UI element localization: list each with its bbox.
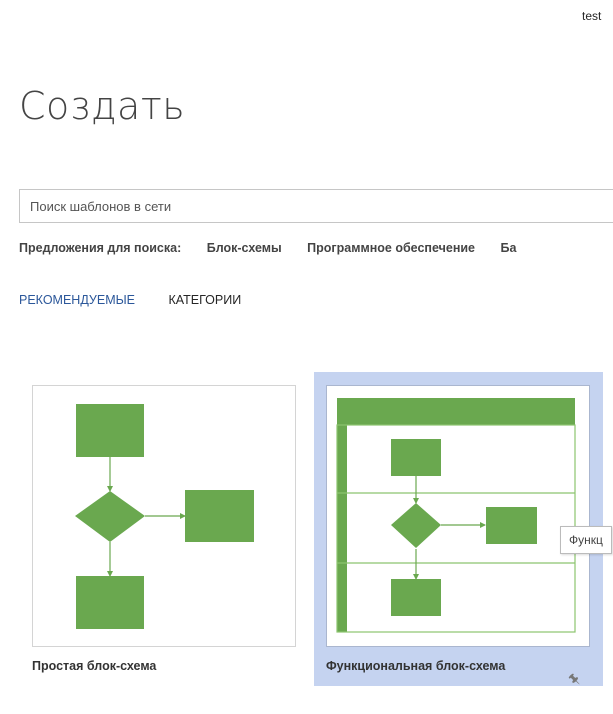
template-tooltip: Функц: [560, 526, 612, 554]
basic-flowchart-preview: [75, 404, 254, 629]
search-input[interactable]: [20, 190, 613, 222]
suggestions-label: Предложения для поиска:: [19, 241, 182, 255]
search-box[interactable]: [19, 189, 613, 223]
template-tabs: РЕКОМЕНДУЕМЫЕ КАТЕГОРИИ: [19, 293, 271, 307]
cross-functional-flowchart-preview: [336, 398, 576, 633]
pin-icon[interactable]: 🖈: [565, 673, 587, 685]
tab-categories[interactable]: КАТЕГОРИИ: [169, 293, 242, 307]
user-name[interactable]: test: [582, 9, 601, 23]
template-thumbnail-basic-flowchart: [32, 385, 296, 647]
template-title-cross-functional-flowchart: Функциональная блок-схема: [326, 659, 506, 673]
suggestion-truncated[interactable]: Ба: [501, 241, 517, 255]
template-thumbnail-cross-functional-flowchart: [326, 385, 590, 647]
page-title: Создать: [19, 84, 186, 128]
search-suggestions: Предложения для поиска: Блок-схемы Прогр…: [19, 241, 538, 255]
tab-featured[interactable]: РЕКОМЕНДУЕМЫЕ: [19, 293, 135, 307]
suggestion-flowcharts[interactable]: Блок-схемы: [207, 241, 282, 255]
suggestion-software[interactable]: Программное обеспечение: [307, 241, 475, 255]
template-title-basic-flowchart: Простая блок-схема: [32, 659, 157, 673]
